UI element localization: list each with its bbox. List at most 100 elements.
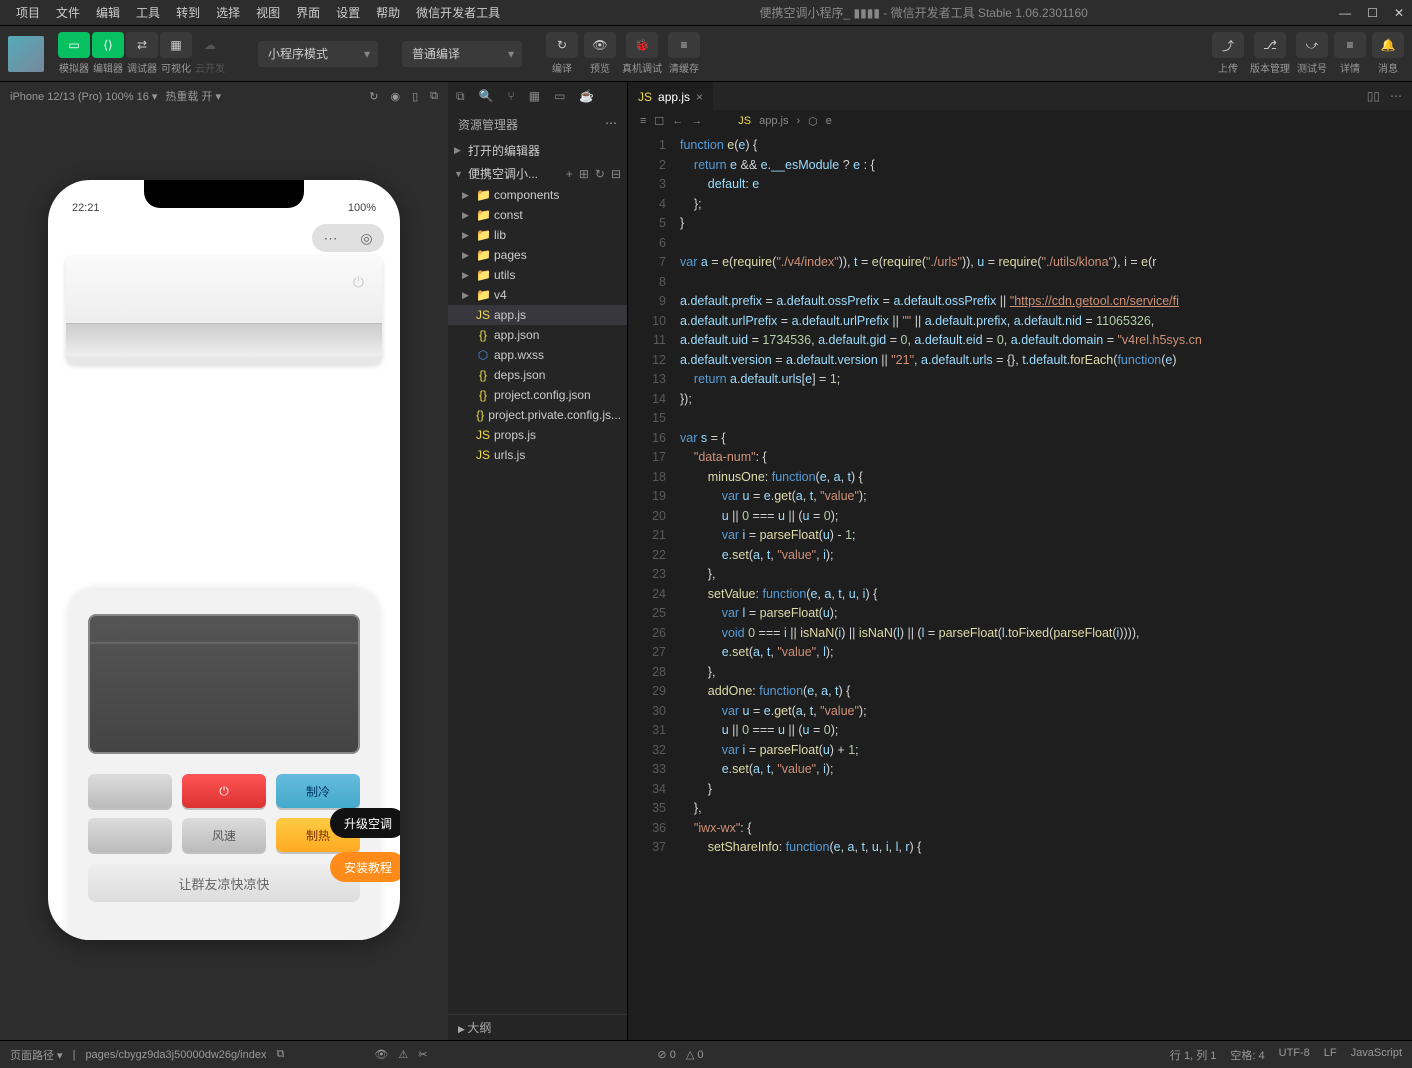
menu-文件[interactable]: 文件 <box>48 4 88 21</box>
refresh-icon[interactable]: ↻ <box>369 90 378 103</box>
phone-simulator[interactable]: 22:21100% ⋯◎ ⏻ 升级空调 安装教程 ⏻ 制冷 风速 制热 让群友凉… <box>48 180 400 940</box>
spaces[interactable]: 空格: 4 <box>1230 1047 1264 1063</box>
refresh-tree-icon[interactable]: ↻ <box>595 167 605 181</box>
scissors-icon[interactable]: ✂ <box>418 1048 427 1061</box>
tree-utils[interactable]: ▶📁utils <box>448 265 627 285</box>
empty-button-2[interactable] <box>88 818 172 852</box>
version-button[interactable]: ⎇ <box>1254 32 1286 58</box>
cool-button[interactable]: 制冷 <box>276 774 360 808</box>
menu-选择[interactable]: 选择 <box>208 4 248 21</box>
avatar[interactable] <box>8 36 44 72</box>
tree-pages[interactable]: ▶📁pages <box>448 245 627 265</box>
detach-icon[interactable]: ⧉ <box>430 90 438 103</box>
tree-app.json[interactable]: {}app.json <box>448 325 627 345</box>
eye-icon[interactable]: 👁 <box>374 1048 388 1061</box>
upgrade-pill[interactable]: 升级空调 <box>330 808 400 838</box>
upload-button[interactable]: ⤴ <box>1212 32 1244 58</box>
project-section[interactable]: ▼便携空调小...+⊞↻⊟ <box>448 162 627 185</box>
compile-dropdown[interactable]: 普通编译 <box>402 41 522 67</box>
record-icon[interactable]: ◉ <box>390 90 400 103</box>
tree-components[interactable]: ▶📁components <box>448 185 627 205</box>
editor-tab[interactable]: JSapp.js× <box>628 82 713 110</box>
git-icon[interactable]: ⑂ <box>508 89 515 103</box>
power-button[interactable]: ⏻ <box>182 774 266 808</box>
tree-app.js[interactable]: JSapp.js <box>448 305 627 325</box>
language[interactable]: JavaScript <box>1351 1047 1402 1063</box>
main-toolbar: ▭模拟器 ⟨⟩编辑器 ⇄调试器 ▦可视化 ☁云开发 小程序模式 普通编译 ↻编译… <box>0 26 1412 82</box>
tree-urls.js[interactable]: JSurls.js <box>448 445 627 465</box>
search-icon[interactable]: 🔍 <box>479 89 494 103</box>
share-button[interactable]: 让群友凉快凉快 <box>88 864 360 902</box>
copy-icon[interactable]: ⧉ <box>276 1048 284 1061</box>
menu-微信开发者工具[interactable]: 微信开发者工具 <box>408 4 508 21</box>
more-editor-icon[interactable]: ⋯ <box>1390 89 1402 103</box>
tutorial-pill[interactable]: 安装教程 <box>330 852 400 882</box>
menu-界面[interactable]: 界面 <box>288 4 328 21</box>
title-bar: 项目文件编辑工具转到选择视图界面设置帮助微信开发者工具 便携空调小程序_ ▮▮▮… <box>0 0 1412 26</box>
capsule-button[interactable]: ⋯◎ <box>312 224 384 252</box>
ac-unit: ⏻ <box>66 256 382 364</box>
tree-props.js[interactable]: JSprops.js <box>448 425 627 445</box>
warn-icon[interactable]: ⚠ <box>398 1048 408 1061</box>
tree-const[interactable]: ▶📁const <box>448 205 627 225</box>
tree-deps.json[interactable]: {}deps.json <box>448 365 627 385</box>
eol[interactable]: LF <box>1324 1047 1337 1063</box>
remote-control: ⏻ 制冷 风速 制热 让群友凉快凉快 <box>68 590 380 940</box>
test-button[interactable]: ⤻ <box>1296 32 1328 58</box>
cloud-toggle[interactable]: ☁ <box>194 32 226 58</box>
close-tab-icon[interactable]: × <box>696 90 703 104</box>
open-editors-section[interactable]: ▶打开的编辑器 <box>448 139 627 162</box>
menu-设置[interactable]: 设置 <box>328 4 368 21</box>
empty-button-1[interactable] <box>88 774 172 808</box>
maximize-icon[interactable]: ☐ <box>1367 6 1378 20</box>
hot-reload[interactable]: 热重载 开 ▾ <box>165 88 221 104</box>
tree-v4[interactable]: ▶📁v4 <box>448 285 627 305</box>
outline-section[interactable]: ▶ 大纲 <box>448 1014 627 1040</box>
debugger-toggle[interactable]: ⇄ <box>126 32 158 58</box>
mode-dropdown[interactable]: 小程序模式 <box>258 41 378 67</box>
menu-编辑[interactable]: 编辑 <box>88 4 128 21</box>
visual-toggle[interactable]: ▦ <box>160 32 192 58</box>
tree-app.wxss[interactable]: ⬡app.wxss <box>448 345 627 365</box>
editor-toggle[interactable]: ⟨⟩ <box>92 32 124 58</box>
error-count[interactable]: ⊘ 0 <box>657 1048 675 1061</box>
menu-帮助[interactable]: 帮助 <box>368 4 408 21</box>
new-folder-icon[interactable]: ⊞ <box>579 167 589 181</box>
split-icon[interactable]: ▯▯ <box>1367 89 1380 103</box>
more-icon[interactable]: ⋯ <box>605 116 617 133</box>
new-file-icon[interactable]: + <box>566 167 573 181</box>
device-select[interactable]: iPhone 12/13 (Pro) 100% 16 ▾ <box>10 90 157 103</box>
tree-project.config.json[interactable]: {}project.config.json <box>448 385 627 405</box>
menu-转到[interactable]: 转到 <box>168 4 208 21</box>
ext1-icon[interactable]: ▦ <box>529 89 540 103</box>
clear-button[interactable]: ≡ <box>668 32 700 58</box>
detail-button[interactable]: ≡ <box>1334 32 1366 58</box>
simulator-toggle[interactable]: ▭ <box>58 32 90 58</box>
ext3-icon[interactable]: ☕ <box>579 89 594 103</box>
warning-count[interactable]: △ 0 <box>686 1048 704 1061</box>
page-path: pages/cbygz9da3j50000dw26g/index <box>85 1049 266 1061</box>
real-button[interactable]: 🐞 <box>626 32 658 58</box>
files-icon[interactable]: ⧉ <box>456 89 465 104</box>
cursor-pos[interactable]: 行 1, 列 1 <box>1170 1047 1216 1063</box>
minimize-icon[interactable]: — <box>1339 6 1351 20</box>
msg-button[interactable]: 🔔 <box>1372 32 1404 58</box>
window-controls: — ☐ ✕ <box>1339 6 1404 20</box>
menu-工具[interactable]: 工具 <box>128 4 168 21</box>
tree-project.private.config.js...[interactable]: {}project.private.config.js... <box>448 405 627 425</box>
preview-button[interactable]: 👁 <box>584 32 616 58</box>
menu-项目[interactable]: 项目 <box>8 4 48 21</box>
collapse-icon[interactable]: ⊟ <box>611 167 621 181</box>
ext2-icon[interactable]: ▭ <box>554 89 565 103</box>
tree-lib[interactable]: ▶📁lib <box>448 225 627 245</box>
encoding[interactable]: UTF-8 <box>1279 1047 1310 1063</box>
breadcrumb[interactable]: ≡☐←→ JSapp.js›⬡e <box>628 110 1412 132</box>
wind-button[interactable]: 风速 <box>182 818 266 852</box>
code-area[interactable]: 1234567891011121314151617181920212223242… <box>628 132 1412 1040</box>
close-icon[interactable]: ✕ <box>1394 6 1404 20</box>
page-path-label[interactable]: 页面路径 ▾ <box>10 1047 63 1063</box>
phone-notch <box>144 180 304 208</box>
rotate-icon[interactable]: ▯ <box>412 90 418 103</box>
compile-button[interactable]: ↻ <box>546 32 578 58</box>
menu-视图[interactable]: 视图 <box>248 4 288 21</box>
